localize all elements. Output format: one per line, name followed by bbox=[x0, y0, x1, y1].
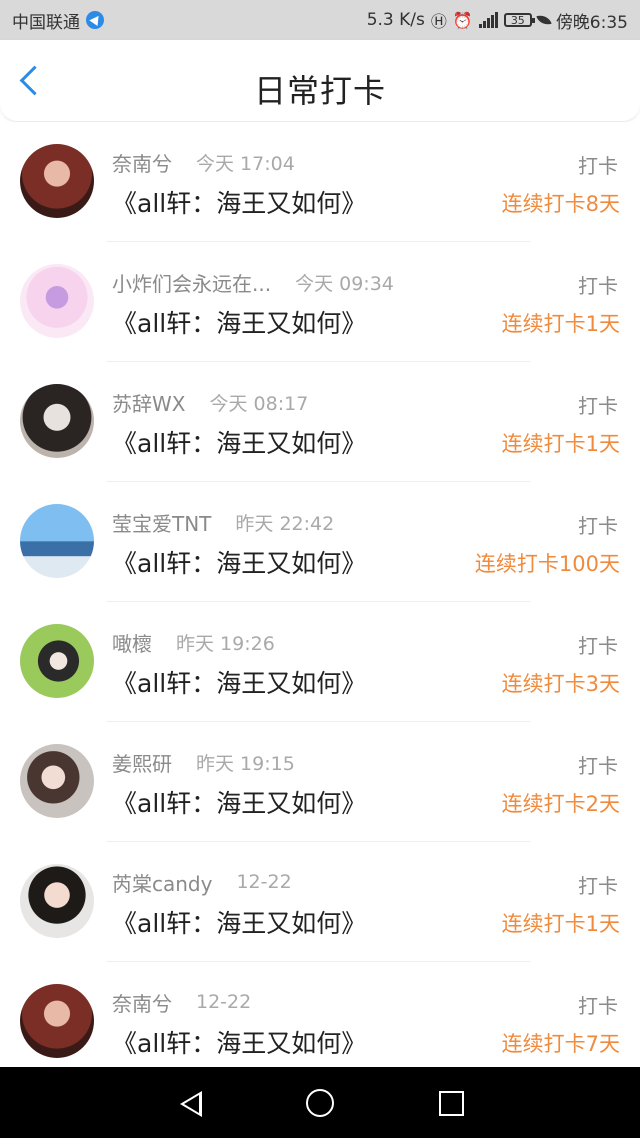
post-time: 12-22 bbox=[196, 991, 252, 1013]
streak-count: 连续打卡1天 bbox=[501, 912, 620, 936]
streak-count: 连续打卡8天 bbox=[501, 192, 620, 216]
user-name[interactable]: 小炸们会永远在... bbox=[112, 268, 271, 297]
streak-count: 连续打卡7天 bbox=[501, 1032, 620, 1056]
post-time: 今天 17:04 bbox=[196, 152, 295, 175]
avatar[interactable] bbox=[20, 624, 94, 698]
avatar[interactable] bbox=[20, 384, 94, 458]
post-time: 昨天 19:26 bbox=[176, 632, 275, 655]
streak-count: 连续打卡1天 bbox=[501, 432, 620, 456]
hd-icon: Ⓗ bbox=[430, 12, 447, 31]
streak-count: 连续打卡2天 bbox=[501, 792, 620, 816]
location-icon bbox=[86, 11, 104, 29]
status-bar: 中国联通 5.3 K/s Ⓗ ⏰ 35 傍晚6:35 bbox=[0, 0, 640, 40]
user-name[interactable]: 奈南兮 bbox=[112, 148, 172, 177]
post-title[interactable]: 《all轩：海王又如何》 bbox=[112, 1024, 366, 1060]
network-speed: 5.3 K/s bbox=[366, 10, 425, 30]
battery-icon: 35 bbox=[503, 13, 535, 27]
user-name[interactable]: 噉櫰 bbox=[112, 628, 152, 657]
app-header: 日常打卡 bbox=[0, 40, 640, 122]
post-title[interactable]: 《all轩：海王又如何》 bbox=[112, 544, 366, 580]
post-time: 今天 09:34 bbox=[295, 272, 394, 295]
post-title[interactable]: 《all轩：海王又如何》 bbox=[112, 184, 366, 220]
carrier-name: 中国联通 bbox=[12, 12, 80, 33]
list-item[interactable]: 芮棠candy 12-22 《all轩：海王又如何》 打卡 连续打卡1天 bbox=[0, 842, 640, 962]
post-title[interactable]: 《all轩：海王又如何》 bbox=[112, 304, 366, 340]
list-item[interactable]: 噉櫰 昨天 19:26 《all轩：海王又如何》 打卡 连续打卡3天 bbox=[0, 602, 640, 722]
list-item[interactable]: 奈南兮 12-22 《all轩：海王又如何》 打卡 连续打卡7天 bbox=[0, 962, 640, 1067]
user-name[interactable]: 莹宝爱TNT bbox=[112, 508, 211, 537]
post-title[interactable]: 《all轩：海王又如何》 bbox=[112, 424, 366, 460]
list-item[interactable]: 小炸们会永远在... 今天 09:34 《all轩：海王又如何》 打卡 连续打卡1… bbox=[0, 242, 640, 362]
checkin-label: 打卡 bbox=[578, 874, 618, 898]
checkin-label: 打卡 bbox=[578, 514, 618, 538]
post-time: 今天 08:17 bbox=[209, 392, 309, 415]
triangle-back-icon[interactable] bbox=[180, 1091, 202, 1117]
checkin-label: 打卡 bbox=[578, 994, 618, 1018]
user-name[interactable]: 姜熙研 bbox=[112, 748, 172, 777]
avatar[interactable] bbox=[20, 504, 94, 578]
avatar[interactable] bbox=[20, 264, 94, 338]
list-item[interactable]: 奈南兮 今天 17:04 《all轩：海王又如何》 打卡 连续打卡8天 bbox=[0, 122, 640, 242]
post-time: 昨天 19:15 bbox=[196, 752, 295, 775]
system-nav-bar bbox=[0, 1067, 640, 1138]
list-item[interactable]: 莹宝爱TNT 昨天 22:42 《all轩：海王又如何》 打卡 连续打卡100天 bbox=[0, 482, 640, 602]
streak-count: 连续打卡1天 bbox=[501, 312, 620, 336]
avatar[interactable] bbox=[20, 144, 94, 218]
clock: 傍晚6:35 bbox=[555, 12, 628, 33]
post-title[interactable]: 《all轩：海王又如何》 bbox=[112, 784, 366, 820]
post-title[interactable]: 《all轩：海王又如何》 bbox=[112, 664, 366, 700]
checkin-label: 打卡 bbox=[578, 274, 618, 298]
checkin-label: 打卡 bbox=[578, 154, 618, 178]
user-name[interactable]: 芮棠candy bbox=[112, 868, 212, 897]
user-name[interactable]: 苏辞WX bbox=[112, 388, 185, 417]
list-item[interactable]: 姜熙研 昨天 19:15 《all轩：海王又如何》 打卡 连续打卡2天 bbox=[0, 722, 640, 842]
power-saving-icon bbox=[536, 12, 552, 28]
list-item[interactable]: 苏辞WX 今天 08:17 《all轩：海王又如何》 打卡 连续打卡1天 bbox=[0, 362, 640, 482]
circle-home-icon[interactable] bbox=[306, 1089, 334, 1117]
battery-level: 35 bbox=[510, 13, 525, 27]
user-name[interactable]: 奈南兮 bbox=[112, 988, 172, 1017]
page-title: 日常打卡 bbox=[253, 72, 386, 110]
square-recent-icon[interactable] bbox=[439, 1091, 464, 1116]
streak-count: 连续打卡100天 bbox=[474, 552, 620, 576]
avatar[interactable] bbox=[20, 864, 94, 938]
post-title[interactable]: 《all轩：海王又如何》 bbox=[112, 904, 366, 940]
post-time: 昨天 22:42 bbox=[235, 512, 335, 535]
checkin-label: 打卡 bbox=[578, 634, 618, 658]
checkin-label: 打卡 bbox=[578, 754, 618, 778]
checkin-list[interactable]: 奈南兮 今天 17:04 《all轩：海王又如何》 打卡 连续打卡8天 小炸们会永… bbox=[0, 122, 640, 1067]
checkin-label: 打卡 bbox=[578, 394, 618, 418]
avatar[interactable] bbox=[20, 744, 94, 818]
alarm-icon: ⏰ bbox=[452, 10, 473, 30]
post-time: 12-22 bbox=[236, 871, 292, 893]
signal-icon bbox=[478, 12, 498, 28]
streak-count: 连续打卡3天 bbox=[501, 672, 620, 696]
avatar[interactable] bbox=[20, 984, 94, 1058]
